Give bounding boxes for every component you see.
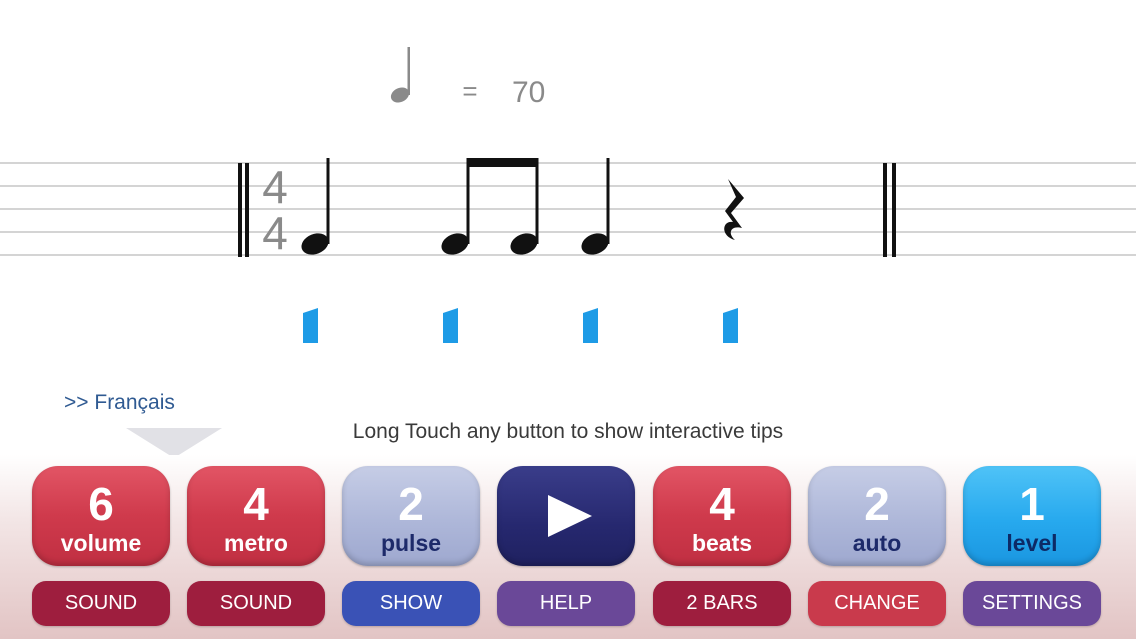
two-bars-button[interactable]: 2 BARS <box>653 581 791 626</box>
beats-value: 4 <box>709 478 735 530</box>
metro-value: 4 <box>243 478 269 530</box>
language-link[interactable]: >> Français <box>64 391 175 415</box>
level-value: 1 <box>1019 478 1045 530</box>
change-button[interactable]: CHANGE <box>808 581 946 626</box>
staff-lines <box>0 162 1136 256</box>
metro-button[interactable]: 4 metro <box>187 466 325 566</box>
volume-label: volume <box>60 530 142 556</box>
pulse-value: 2 <box>398 478 424 530</box>
play-button[interactable] <box>497 466 635 566</box>
metro-label: metro <box>224 530 288 556</box>
play-icon <box>548 495 592 537</box>
pulse-marker <box>443 308 458 343</box>
pulse-marker <box>583 308 598 343</box>
help-button[interactable]: HELP <box>497 581 635 626</box>
pulse-marker <box>303 308 318 343</box>
music-staff: 4 4 <box>0 158 1136 343</box>
auto-value: 2 <box>864 478 890 530</box>
pulse-markers <box>303 308 738 343</box>
beats-label: beats <box>691 530 753 556</box>
auto-button[interactable]: 2 auto <box>808 466 946 566</box>
level-button[interactable]: 1 level <box>963 466 1101 566</box>
time-signature-bottom: 4 <box>262 207 288 259</box>
pulse-label: pulse <box>380 530 442 556</box>
volume-button[interactable]: 6 volume <box>32 466 170 566</box>
time-signature-top: 4 <box>262 161 288 213</box>
sound-button[interactable]: SOUND <box>32 581 170 626</box>
show-button[interactable]: SHOW <box>342 581 480 626</box>
settings-button[interactable]: SETTINGS <box>963 581 1101 626</box>
level-label: level <box>1006 530 1058 556</box>
auto-label: auto <box>852 530 902 556</box>
tip-text: Long Touch any button to show interactiv… <box>352 420 784 443</box>
volume-value: 6 <box>88 478 114 530</box>
beats-button[interactable]: 4 beats <box>653 466 791 566</box>
metro-sound-button[interactable]: SOUND <box>187 581 325 626</box>
pulse-marker <box>723 308 738 343</box>
pulse-button[interactable]: 2 pulse <box>342 466 480 566</box>
